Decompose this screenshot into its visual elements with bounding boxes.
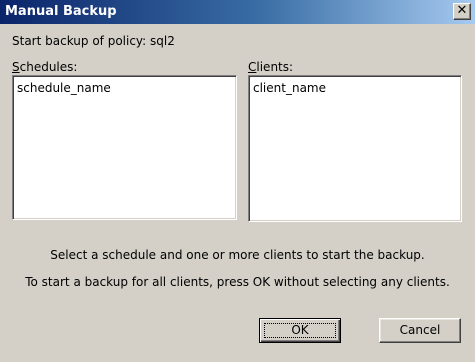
close-button[interactable]: ✕ (453, 3, 471, 20)
schedules-label-mnemonic: S (12, 60, 20, 74)
cancel-button-label: Cancel (399, 323, 441, 337)
instruction-line-2: To start a backup for all clients, press… (25, 275, 450, 289)
clients-label-text: lients: (256, 60, 294, 74)
window-title: Manual Backup (5, 4, 117, 19)
clients-listbox[interactable]: client_name (248, 75, 462, 222)
clients-label: Clients: (248, 60, 293, 74)
ok-button-label: OK (291, 323, 309, 337)
schedules-label: Schedules: (12, 60, 77, 74)
client-list-item[interactable]: client_name (253, 80, 457, 96)
close-icon: ✕ (456, 3, 468, 18)
cancel-button[interactable]: Cancel (379, 318, 461, 343)
policy-prompt-label: Start backup of policy: (12, 34, 147, 48)
schedules-label-text: chedules: (19, 60, 78, 74)
title-bar[interactable]: Manual Backup ✕ (0, 0, 475, 24)
schedule-list-item[interactable]: schedule_name (17, 80, 232, 96)
schedules-listbox[interactable]: schedule_name (12, 75, 237, 220)
ok-button[interactable]: OK (259, 318, 341, 343)
policy-name: sql2 (150, 34, 175, 48)
policy-prompt: Start backup of policy: sql2 (12, 34, 175, 48)
instruction-line-1: Select a schedule and one or more client… (50, 248, 425, 262)
